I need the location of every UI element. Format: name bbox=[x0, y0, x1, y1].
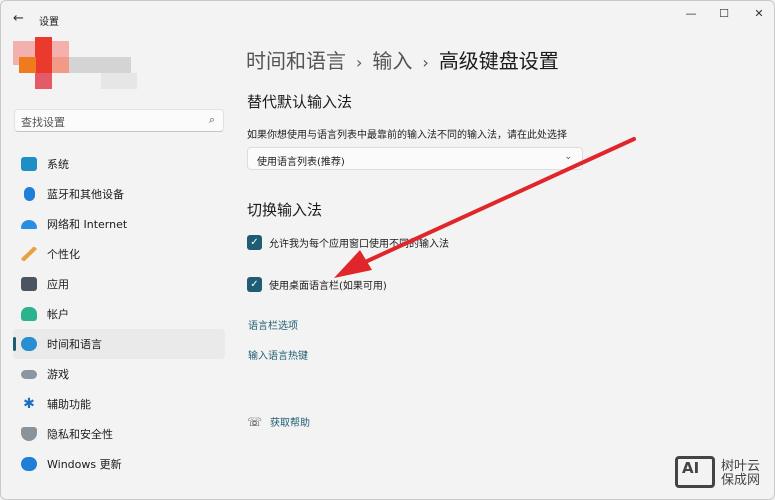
red-annotation-arrow bbox=[334, 137, 636, 278]
watermark-logo: AI 树叶云 保成网 bbox=[673, 452, 773, 498]
